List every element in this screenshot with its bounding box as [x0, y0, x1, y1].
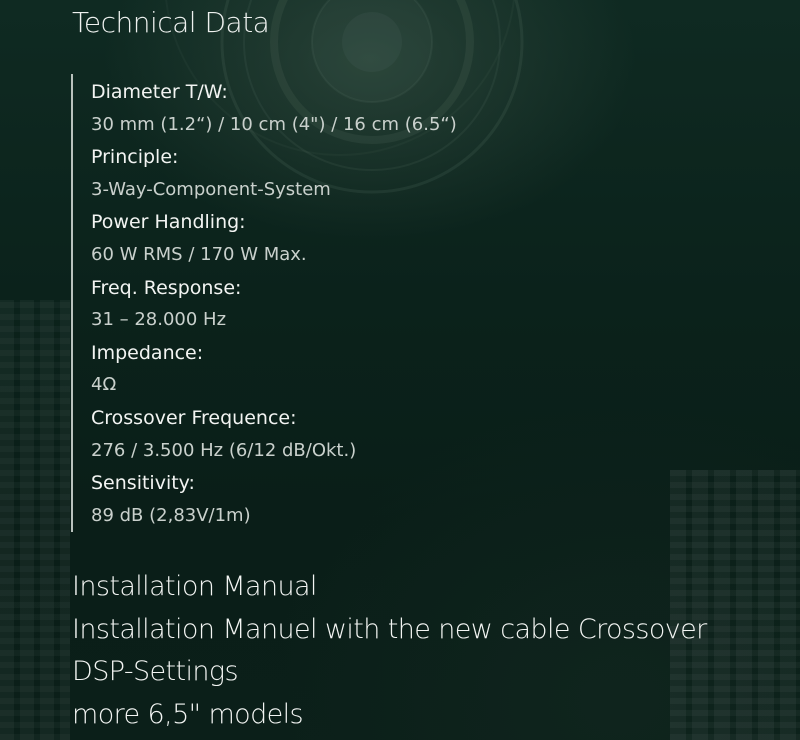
spec-value: 3-Way-Component-System [91, 178, 331, 200]
spec-label: Freq. Response: [91, 276, 242, 299]
spec-item: Impedance: 4Ω [91, 337, 531, 402]
spec-label: Sensitivity: [91, 472, 195, 495]
spec-label: Crossover Frequence: [91, 406, 297, 429]
technical-data-list: Diameter T/W: 30 mm (1.2“) / 10 cm (4") /… [71, 74, 531, 532]
spec-value: 89 dB (2,83V/1m) [91, 504, 251, 526]
more-models-link[interactable]: more 6,5" models [72, 694, 707, 737]
installation-manual-link[interactable]: Installation Manual [72, 566, 707, 609]
spec-item: Freq. Response: 31 – 28.000 Hz [91, 272, 531, 337]
equalizer-decoration-left [0, 300, 70, 740]
spec-value: 31 – 28.000 Hz [91, 309, 227, 331]
spec-value: 60 W RMS / 170 W Max. [91, 243, 307, 265]
spec-item: Crossover Frequence: 276 / 3.500 Hz (6/12… [91, 402, 531, 467]
spec-value: 30 mm (1.2“) / 10 cm (4") / 16 cm (6.5“) [91, 113, 457, 135]
spec-item: Principle: 3-Way-Component-System [91, 141, 531, 206]
download-links: Installation Manual Installation Manuel w… [72, 566, 707, 736]
spec-label: Power Handling: [91, 211, 246, 234]
spec-item: Diameter T/W: 30 mm (1.2“) / 10 cm (4") /… [91, 76, 531, 141]
spec-label: Principle: [91, 146, 179, 169]
spec-item: Sensitivity: 89 dB (2,83V/1m) [91, 467, 531, 532]
spec-value: 4Ω [91, 374, 117, 396]
spec-value: 276 / 3.500 Hz (6/12 dB/Okt.) [91, 439, 357, 461]
spec-item: Power Handling: 60 W RMS / 170 W Max. [91, 206, 531, 271]
installation-manual-cable-crossover-link[interactable]: Installation Manuel with the new cable C… [72, 609, 707, 652]
spec-label: Diameter T/W: [91, 81, 228, 103]
section-title: Technical Data [72, 6, 270, 39]
spec-label: Impedance: [91, 341, 204, 364]
dsp-settings-link[interactable]: DSP-Settings [72, 651, 707, 694]
